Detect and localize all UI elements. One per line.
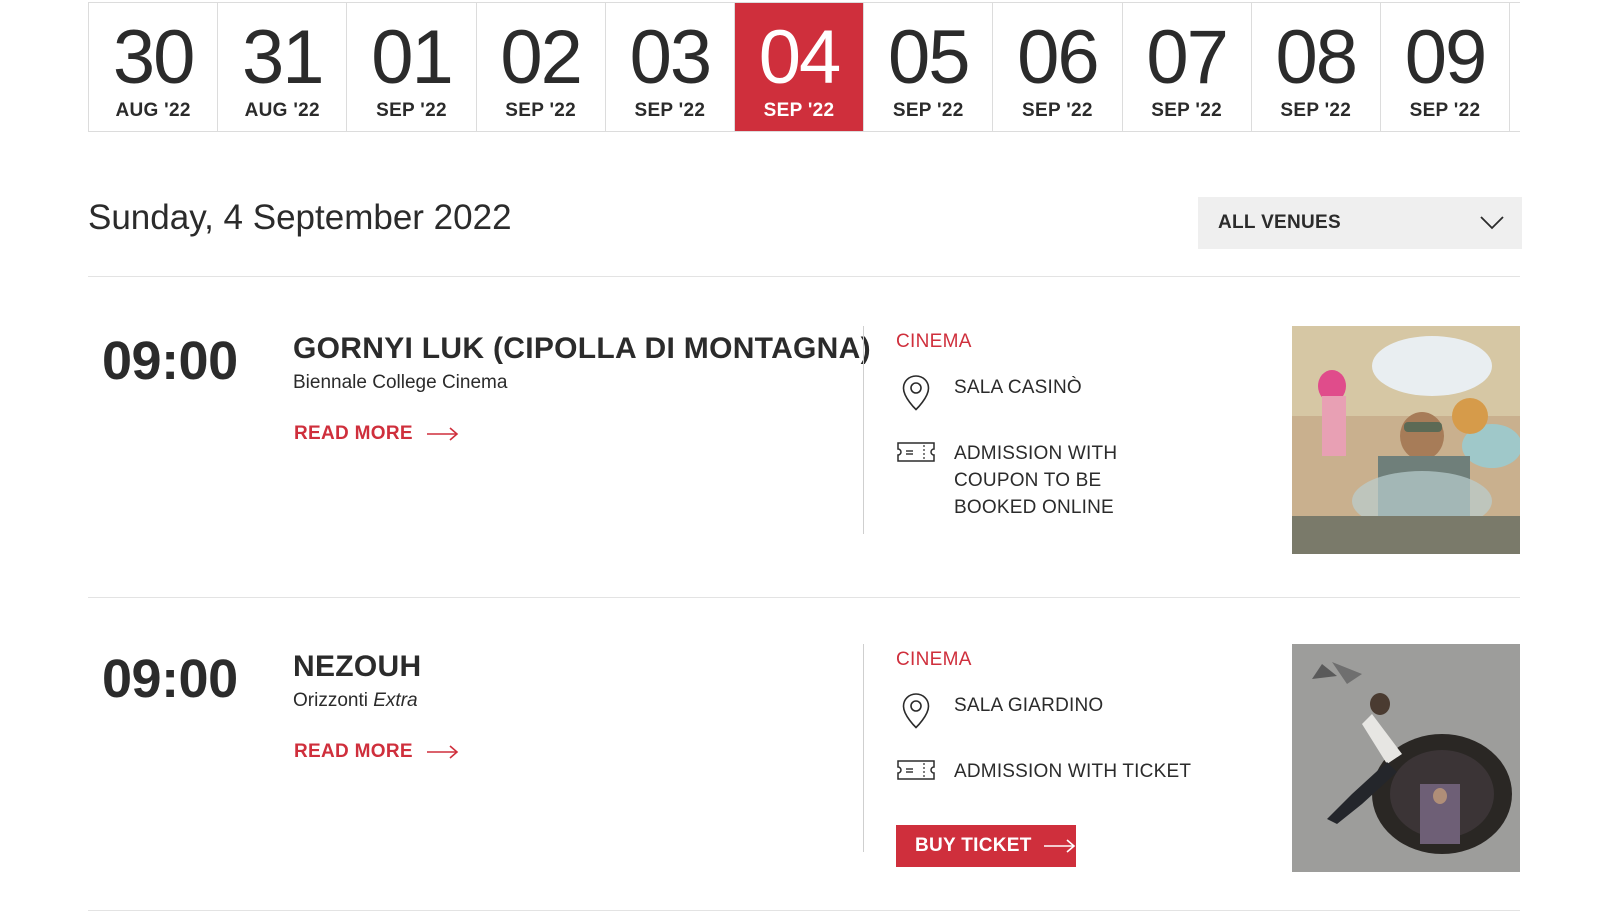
read-more-link[interactable]: READ MORE bbox=[294, 423, 459, 445]
arrow-right-icon bbox=[426, 427, 459, 441]
read-more-label: READ MORE bbox=[294, 423, 413, 444]
date-tab-09-sep[interactable]: 09 SEP '22 bbox=[1380, 3, 1511, 131]
date-tab-03-sep[interactable]: 03 SEP '22 bbox=[605, 3, 735, 131]
event-image[interactable] bbox=[1292, 644, 1520, 872]
date-day: 02 bbox=[500, 15, 583, 100]
date-tab-01-sep[interactable]: 01 SEP '22 bbox=[347, 3, 477, 131]
admission-info: ADMISSION WITH COUPON TO BE BOOKED ONLIN… bbox=[896, 440, 1174, 521]
date-day: 05 bbox=[887, 15, 971, 100]
column-divider bbox=[863, 644, 864, 852]
date-tab-31-aug[interactable]: 31 AUG '22 bbox=[218, 3, 348, 131]
date-month: SEP '22 bbox=[634, 100, 706, 121]
column-divider bbox=[863, 326, 864, 534]
venue-info: SALA GIARDINO bbox=[896, 692, 1174, 730]
date-day: 06 bbox=[1017, 15, 1100, 100]
date-month: SEP '22 bbox=[376, 100, 447, 121]
event-section: Orizzonti Extra bbox=[293, 690, 418, 712]
date-month: AUG '22 bbox=[115, 100, 191, 121]
date-tab-07-sep[interactable]: 07 SEP '22 bbox=[1122, 3, 1252, 131]
date-day: 03 bbox=[629, 15, 713, 100]
admission-text: ADMISSION WITH TICKET bbox=[954, 761, 1192, 782]
location-pin-icon bbox=[896, 374, 936, 412]
date-day: 07 bbox=[1146, 15, 1229, 100]
divider bbox=[88, 597, 1520, 598]
date-month: SEP '22 bbox=[1022, 100, 1093, 121]
date-tab-30-aug[interactable]: 30 AUG '22 bbox=[89, 3, 219, 131]
date-month: AUG '22 bbox=[244, 100, 320, 121]
event-title[interactable]: GORNYI LUK (CIPOLLA DI MONTAGNA) bbox=[293, 332, 871, 366]
date-month: SEP '22 bbox=[763, 100, 835, 121]
date-day: 09 bbox=[1404, 15, 1488, 100]
date-tab-06-sep[interactable]: 06 SEP '22 bbox=[993, 3, 1123, 131]
event-row: 09:00 GORNYI LUK (CIPOLLA DI MONTAGNA) B… bbox=[88, 326, 1520, 556]
admission-info: ADMISSION WITH TICKET bbox=[896, 758, 1194, 785]
date-selector: 30 AUG '22 31 AUG '22 01 SEP '22 02 SEP … bbox=[88, 2, 1520, 132]
event-title[interactable]: NEZOUH bbox=[293, 650, 421, 684]
date-tab-04-sep-selected[interactable]: 04 SEP '22 bbox=[734, 3, 865, 131]
venue-filter-dropdown[interactable]: ALL VENUES bbox=[1198, 197, 1522, 249]
venue-name: SALA CASINÒ bbox=[954, 377, 1082, 398]
date-day: 08 bbox=[1275, 15, 1359, 100]
section-main: Orizzonti bbox=[293, 690, 368, 711]
ticket-icon bbox=[896, 440, 936, 464]
date-month: SEP '22 bbox=[1151, 100, 1222, 121]
venue-name: SALA GIARDINO bbox=[954, 695, 1104, 716]
date-day: 04 bbox=[758, 15, 842, 100]
event-time: 09:00 bbox=[102, 331, 238, 391]
event-category: CINEMA bbox=[896, 331, 972, 352]
date-tab-partial bbox=[1510, 3, 1520, 131]
venue-info: SALA CASINÒ bbox=[896, 374, 1174, 412]
read-more-link[interactable]: READ MORE bbox=[294, 741, 459, 763]
divider bbox=[88, 910, 1520, 911]
date-day: 01 bbox=[371, 15, 454, 100]
event-row: 09:00 NEZOUH Orizzonti Extra READ MORE C… bbox=[88, 644, 1520, 874]
event-image[interactable] bbox=[1292, 326, 1520, 554]
date-tab-05-sep[interactable]: 05 SEP '22 bbox=[864, 3, 994, 131]
date-tab-08-sep[interactable]: 08 SEP '22 bbox=[1251, 3, 1381, 131]
date-tab-02-sep[interactable]: 02 SEP '22 bbox=[476, 3, 606, 131]
chevron-down-icon bbox=[1480, 216, 1504, 230]
arrow-right-icon bbox=[1043, 839, 1075, 853]
location-pin-icon bbox=[896, 692, 936, 730]
page-title: Sunday, 4 September 2022 bbox=[88, 198, 512, 237]
date-month: SEP '22 bbox=[1409, 100, 1481, 121]
section-italic: Extra bbox=[373, 690, 418, 711]
event-time: 09:00 bbox=[102, 649, 238, 709]
ticket-icon bbox=[896, 758, 936, 782]
divider bbox=[88, 276, 1520, 277]
buy-ticket-button[interactable]: BUY TICKET bbox=[896, 825, 1076, 867]
date-day: 30 bbox=[112, 15, 196, 100]
date-month: SEP '22 bbox=[1280, 100, 1352, 121]
buy-ticket-label: BUY TICKET bbox=[915, 835, 1032, 856]
venue-filter-value: ALL VENUES bbox=[1218, 212, 1342, 233]
event-section: Biennale College Cinema bbox=[293, 372, 508, 393]
event-category: CINEMA bbox=[896, 649, 972, 670]
arrow-right-icon bbox=[426, 745, 459, 759]
admission-text: ADMISSION WITH COUPON TO BE BOOKED ONLIN… bbox=[954, 443, 1118, 518]
date-month: SEP '22 bbox=[505, 100, 577, 121]
date-month: SEP '22 bbox=[892, 100, 964, 121]
read-more-label: READ MORE bbox=[294, 741, 413, 762]
date-day: 31 bbox=[242, 15, 325, 100]
